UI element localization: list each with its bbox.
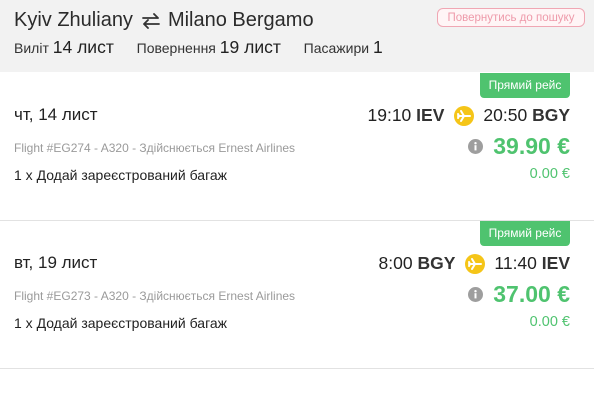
origin-city: Kyiv Zhuliany	[14, 9, 133, 31]
price-row: 39.90 €	[468, 133, 570, 160]
departure-airport-code: IEV	[416, 105, 445, 125]
direct-flight-badge: Прямий рейс	[480, 73, 570, 98]
arrival-airport-code: BGY	[532, 105, 570, 125]
flight-date: чт, 14 лист	[14, 105, 98, 124]
arrival-airport-code: IEV	[541, 253, 570, 273]
flight-card-outbound[interactable]: Прямий рейс чт, 14 лист 19:10 IEV 20:50 …	[0, 73, 594, 220]
route-title: Kyiv Zhuliany Milano Bergamo	[14, 9, 314, 32]
flight-price: 37.00 €	[493, 281, 570, 307]
baggage-price: 0.00 €	[529, 166, 570, 182]
search-summary-header: Kyiv Zhuliany Milano Bergamo Повернутись…	[0, 0, 594, 72]
flight-times: 19:10 IEV 20:50 BGY	[367, 105, 570, 126]
departure-time: 19:10	[367, 105, 412, 125]
back-to-search-button[interactable]: Повернутись до пошуку	[437, 8, 585, 27]
arrival-time: 11:40	[494, 253, 537, 273]
baggage-price: 0.00 €	[529, 314, 570, 330]
passengers-label: Пасажири	[303, 40, 370, 56]
flight-price: 39.90 €	[493, 133, 570, 159]
flight-times: 8:00 BGY 11:40 IEV	[379, 253, 570, 274]
price-row: 37.00 €	[468, 281, 570, 308]
departure-date: 14 лист	[52, 37, 114, 57]
swap-arrows-icon	[142, 12, 160, 29]
info-icon[interactable]	[468, 287, 484, 302]
info-icon[interactable]	[468, 139, 484, 154]
direct-flight-badge: Прямий рейс	[480, 221, 570, 246]
return-label: Повернення	[136, 40, 216, 56]
passengers-count: 1	[372, 37, 383, 57]
departure-label: Виліт	[14, 40, 49, 56]
destination-city: Milano Bergamo	[167, 9, 314, 31]
departure-airport-code: BGY	[417, 253, 456, 273]
flight-date: вт, 19 лист	[14, 253, 98, 272]
trip-meta: Виліт 14 лист Повернення 19 лист Пасажир…	[14, 37, 383, 58]
return-date: 19 лист	[219, 37, 281, 57]
baggage-option[interactable]: 1 x Додай зареєстрований багаж	[14, 167, 227, 183]
airplane-icon	[454, 105, 475, 126]
departure-time: 8:00	[378, 253, 413, 273]
airplane-icon	[465, 253, 486, 274]
flight-details: Flight #EG274 - A320 - Здійснюється Erne…	[14, 141, 296, 155]
flight-details: Flight #EG273 - A320 - Здійснюється Erne…	[14, 289, 296, 303]
baggage-option[interactable]: 1 x Додай зареєстрований багаж	[14, 315, 227, 331]
card-divider	[0, 368, 594, 369]
flight-card-return[interactable]: Прямий рейс вт, 19 лист 8:00 BGY 11:40 I…	[0, 221, 594, 368]
arrival-time: 20:50	[483, 105, 528, 125]
